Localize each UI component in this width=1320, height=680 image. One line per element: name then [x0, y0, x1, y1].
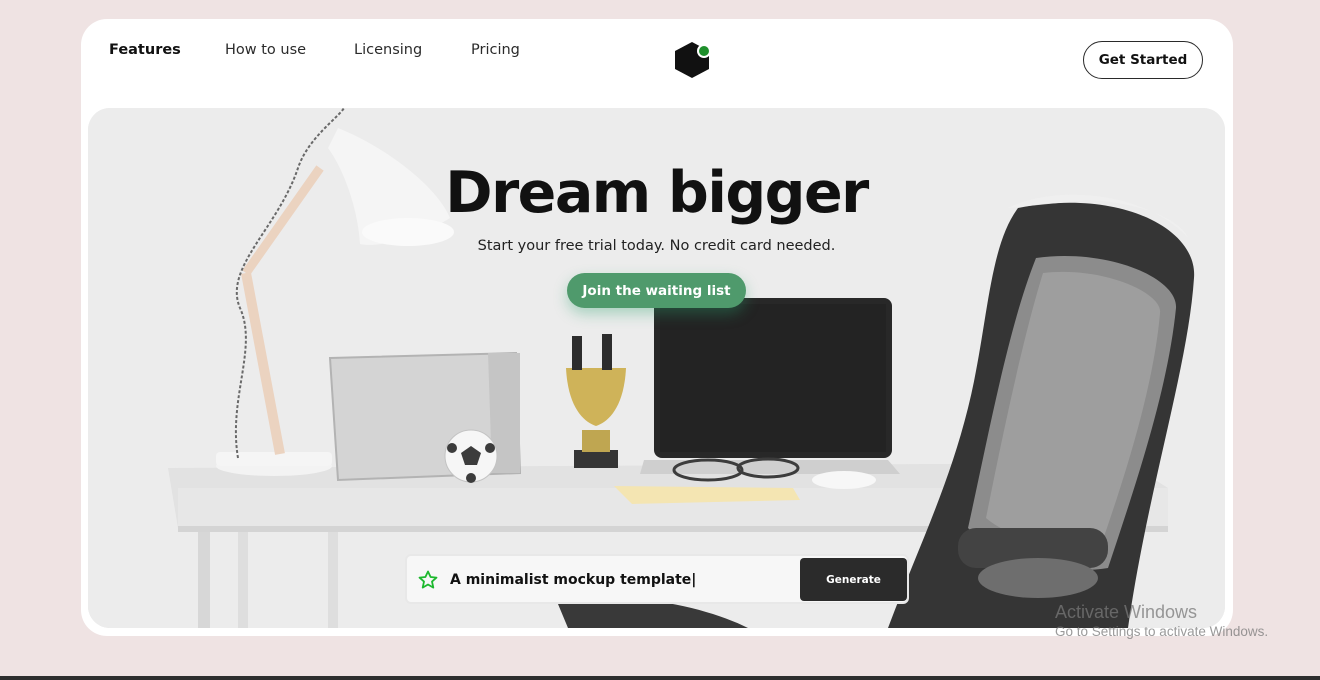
prompt-input[interactable]: [450, 568, 790, 592]
hero-subtitle: Start your free trial today. No credit c…: [477, 238, 836, 254]
taskbar-strip: [0, 676, 1320, 680]
prompt-generator-bar: Generate: [405, 554, 909, 604]
hero-title: Dream bigger: [445, 160, 869, 226]
nav-features[interactable]: Features: [109, 42, 181, 58]
nav-pricing[interactable]: Pricing: [471, 42, 520, 58]
nav-licensing[interactable]: Licensing: [354, 42, 422, 58]
watermark-line-2: Go to Settings to activate Windows.: [1055, 624, 1269, 639]
hero-section: Dream bigger Start your free trial today…: [88, 108, 1225, 628]
watermark-line-1: Activate Windows: [1055, 602, 1198, 622]
nav-how-to-use[interactable]: How to use: [225, 42, 306, 58]
get-started-button[interactable]: Get Started: [1083, 41, 1203, 79]
hexagon-logo-icon[interactable]: [674, 40, 714, 80]
windows-activation-watermark: Activate Windows Go to Settings to activ…: [1055, 602, 1268, 639]
star-outline-icon: [418, 570, 438, 590]
join-waitlist-button[interactable]: Join the waiting list: [567, 273, 746, 308]
generate-button[interactable]: Generate: [800, 558, 907, 601]
